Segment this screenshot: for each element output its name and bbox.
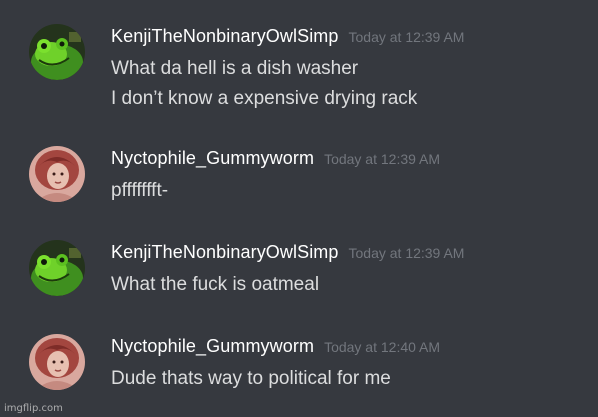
author-name[interactable]: KenjiTheNonbinaryOwlSimp <box>111 26 339 46</box>
message-text: pffffffft- <box>111 180 169 201</box>
message-timestamp: Today at 12:39 AM <box>348 245 465 261</box>
message-timestamp: Today at 12:39 AM <box>348 29 465 45</box>
frog-avatar[interactable] <box>29 24 85 80</box>
imgflip-watermark: imgflip.com <box>4 403 63 414</box>
portrait-avatar[interactable] <box>29 146 85 202</box>
message-text: What the fuck is oatmeal <box>111 274 320 295</box>
author-name[interactable]: KenjiTheNonbinaryOwlSimp <box>111 242 339 262</box>
chat-message-list: KenjiTheNonbinaryOwlSimp Today at 12:39 A… <box>0 0 598 417</box>
message-text: What da hell is a dish washer <box>111 58 359 79</box>
message-text: I don’t know a expensive drying rack <box>111 88 418 109</box>
frog-avatar[interactable] <box>29 240 85 296</box>
message-timestamp: Today at 12:40 AM <box>324 339 441 355</box>
message-timestamp: Today at 12:39 AM <box>324 151 441 167</box>
portrait-avatar[interactable] <box>29 334 85 390</box>
author-name[interactable]: Nyctophile_Gummyworm <box>111 336 314 356</box>
author-name[interactable]: Nyctophile_Gummyworm <box>111 148 314 168</box>
message-text: Dude thats way to political for me <box>111 368 391 389</box>
